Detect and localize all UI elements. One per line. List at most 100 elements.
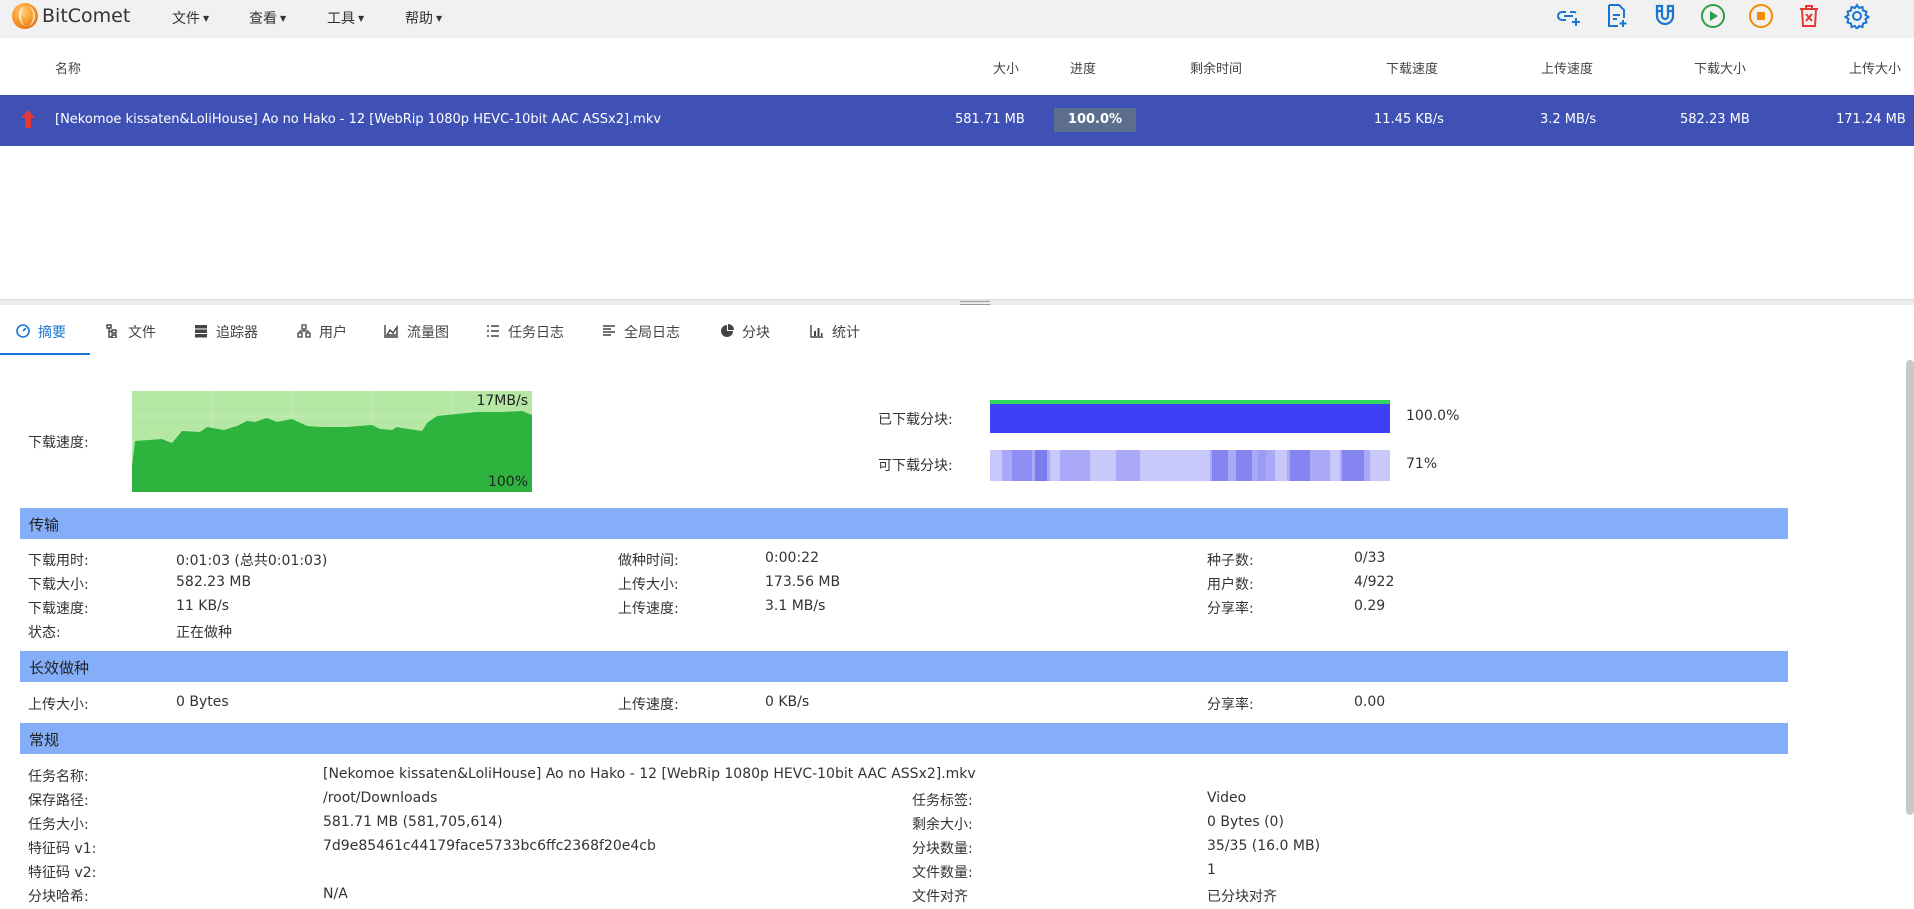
list-icon — [487, 325, 499, 337]
task-name-label: 任务名称: — [28, 769, 89, 785]
tab-statistics[interactable]: 统计 — [810, 322, 860, 354]
available-blocks-pct: 71% — [1406, 456, 1438, 472]
state-value: 正在做种 — [176, 625, 232, 641]
tab-summary[interactable]: 摘要 — [16, 322, 66, 354]
seeds-label: 种子数: — [1207, 553, 1254, 569]
dashboard-icon — [16, 324, 30, 338]
ul-size-value: 173.56 MB — [765, 574, 841, 590]
bar-chart-icon — [810, 325, 823, 338]
lt-ul-speed-label: 上传速度: — [618, 697, 679, 713]
peers-label: 用户数: — [1207, 577, 1254, 593]
col-down-speed[interactable]: 下载速度 — [1386, 58, 1438, 77]
lt-ul-speed-value: 0 KB/s — [765, 694, 810, 710]
dl-speed-value: 11 KB/s — [176, 598, 230, 614]
ul-speed-label: 上传速度: — [618, 601, 679, 617]
app-name: BitComet — [42, 5, 131, 27]
tab-pieces[interactable]: 分块 — [720, 322, 770, 354]
settings-icon[interactable] — [1841, 0, 1873, 32]
piece-count-label: 分块数量: — [912, 841, 973, 857]
col-up-speed[interactable]: 上传速度 — [1541, 58, 1593, 77]
add-link-icon[interactable] — [1553, 0, 1585, 32]
pie-chart-icon — [721, 324, 734, 337]
downloaded-blocks-bar — [990, 400, 1390, 433]
file-count-value: 1 — [1207, 862, 1216, 878]
task-tag-value: Video — [1207, 790, 1247, 806]
seed-time-value: 0:00:22 — [765, 550, 819, 566]
ratio-label: 分享率: — [1207, 601, 1254, 617]
magnet-icon[interactable] — [1649, 0, 1681, 32]
bitcomet-logo-icon — [12, 3, 38, 29]
dl-time-label: 下载用时: — [28, 553, 89, 569]
piece-count-value: 35/35 (16.0 MB) — [1207, 838, 1321, 854]
available-blocks-label: 可下载分块: — [878, 458, 953, 474]
available-blocks-bar — [990, 450, 1390, 481]
col-name[interactable]: 名称 — [55, 58, 81, 77]
downloaded-blocks-pct: 100.0% — [1406, 408, 1460, 424]
lt-ul-size-value: 0 Bytes — [176, 694, 229, 710]
server-icon — [195, 325, 207, 338]
task-progress: 100.0% — [1054, 108, 1136, 132]
hash-v1-label: 特征码 v1: — [28, 841, 97, 857]
task-row[interactable]: [Nekomoe kissaten&LoliHouse] Ao no Hako … — [0, 95, 1914, 146]
task-name: [Nekomoe kissaten&LoliHouse] Ao no Hako … — [55, 112, 662, 127]
pane-splitter[interactable] — [0, 299, 1914, 305]
align-left-icon — [603, 325, 615, 336]
details-scrollbar[interactable] — [1906, 360, 1914, 815]
dl-speed-label: 下载速度: — [28, 601, 89, 617]
task-up-speed: 3.2 MB/s — [1540, 112, 1597, 127]
col-remaining[interactable]: 剩余时间 — [1190, 58, 1242, 77]
ul-size-label: 上传大小: — [618, 577, 679, 593]
state-label: 状态: — [28, 625, 61, 641]
tab-global-log[interactable]: 全局日志 — [602, 322, 680, 354]
start-icon[interactable] — [1697, 0, 1729, 32]
title-bar: BitComet 文件 ▼ 查看 ▼ 工具 ▼ 帮助 ▼ — [0, 0, 1914, 38]
app-logo: BitComet — [12, 3, 130, 29]
ratio-value: 0.29 — [1354, 598, 1386, 614]
lt-ul-size-label: 上传大小: — [28, 697, 89, 713]
hash-v1-value: 7d9e85461c44179face5733bc6ffc2368f20e4cb — [323, 838, 656, 854]
stop-icon[interactable] — [1745, 0, 1777, 32]
menu-view[interactable]: 查看 ▼ — [249, 8, 286, 28]
menu-file[interactable]: 文件 ▼ — [172, 8, 209, 28]
active-tab-indicator — [0, 353, 90, 355]
tab-peers[interactable]: 用户 — [297, 322, 347, 354]
file-tree-icon — [106, 324, 117, 338]
remaining-size-label: 剩余大小: — [912, 817, 973, 833]
tab-trackers[interactable]: 追踪器 — [194, 322, 258, 354]
task-downloaded: 582.23 MB — [1680, 112, 1750, 127]
add-torrent-file-icon[interactable] — [1601, 0, 1633, 32]
lt-ratio-label: 分享率: — [1207, 697, 1254, 713]
col-uploaded[interactable]: 上传大小 — [1849, 58, 1901, 77]
downloaded-blocks-label: 已下载分块: — [878, 412, 953, 428]
splitter-grip-icon[interactable] — [960, 301, 990, 305]
area-chart-icon — [384, 324, 398, 338]
col-progress[interactable]: 进度 — [1070, 58, 1096, 77]
tab-files[interactable]: 文件 — [106, 322, 156, 354]
file-count-label: 文件数量: — [912, 865, 973, 881]
task-size: 581.71 MB — [955, 112, 1025, 127]
menu-tools[interactable]: 工具 ▼ — [327, 8, 364, 28]
general-section-header: 常规 — [20, 723, 1788, 754]
graph-pct-label: 100% — [487, 474, 528, 490]
menu-help[interactable]: 帮助 ▼ — [405, 8, 442, 28]
speed-graph: 17MB/s 100% — [132, 391, 532, 492]
file-align-label: 文件对齐 — [912, 889, 968, 905]
task-name-value: [Nekomoe kissaten&LoliHouse] Ao no Hako … — [323, 766, 976, 782]
task-down-speed: 11.45 KB/s — [1374, 112, 1444, 127]
save-path-label: 保存路径: — [28, 793, 89, 809]
tab-traffic-graph[interactable]: 流量图 — [384, 322, 449, 354]
dl-size-label: 下载大小: — [28, 577, 89, 593]
task-size-value: 581.71 MB (581,705,614) — [323, 814, 503, 830]
peers-value: 4/922 — [1354, 574, 1395, 590]
upload-status-icon — [21, 110, 35, 128]
network-icon — [297, 324, 311, 338]
tab-task-log[interactable]: 任务日志 — [486, 322, 564, 354]
hash-v2-label: 特征码 v2: — [28, 865, 97, 881]
seed-time-label: 做种时间: — [618, 553, 679, 569]
task-size-label: 任务大小: — [28, 817, 89, 833]
col-size[interactable]: 大小 — [993, 58, 1019, 77]
col-downloaded[interactable]: 下载大小 — [1694, 58, 1746, 77]
delete-icon[interactable] — [1793, 0, 1825, 32]
task-uploaded: 171.24 MB — [1836, 112, 1906, 127]
dl-size-value: 582.23 MB — [176, 574, 252, 590]
